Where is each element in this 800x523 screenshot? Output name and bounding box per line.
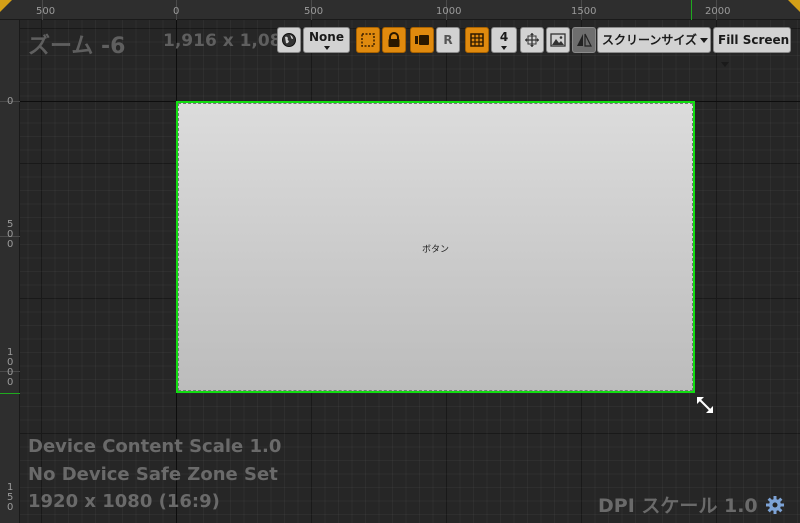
selection-guide-marker xyxy=(691,0,692,20)
screen-size-dropdown[interactable]: スクリーンサイズ xyxy=(597,27,711,53)
ruler-label: 500 xyxy=(304,6,324,17)
screen-size-label: スクリーンサイズ xyxy=(602,33,698,47)
ruler-vertical[interactable]: 0 500 1000 150 xyxy=(0,20,20,523)
ruler-label: 1000 xyxy=(436,6,462,17)
ruler-label: 0 xyxy=(173,6,180,17)
dpi-scale-label: DPI スケール 1.0 xyxy=(598,495,758,517)
selection-guide-marker xyxy=(0,393,20,394)
background-mode-value: None xyxy=(309,30,344,44)
ruler-label: 1000 xyxy=(7,347,14,388)
chevron-down-icon xyxy=(721,62,729,67)
grid-snap-value-dropdown[interactable]: 4 xyxy=(491,27,517,53)
respect-locks-button[interactable] xyxy=(410,27,434,53)
chevron-down-icon xyxy=(501,46,507,50)
viewport-resolution: 1,916 x 1,089 xyxy=(163,31,294,51)
lock-icon xyxy=(388,32,400,47)
background-image-button[interactable] xyxy=(546,27,570,53)
grid-snap-toggle[interactable] xyxy=(465,27,489,53)
chevron-down-icon xyxy=(700,38,709,43)
ruler-label: 0 xyxy=(7,96,14,107)
design-resolution: 1920 x 1080 (16:9) xyxy=(28,491,220,512)
ruler-label: 500 xyxy=(7,219,14,250)
background-mode-dropdown[interactable]: None xyxy=(303,27,350,53)
ruler-corner-marker-right xyxy=(788,0,800,12)
ruler-label: 2000 xyxy=(705,6,731,17)
selected-button-widget[interactable]: ボタン xyxy=(176,101,695,393)
image-icon xyxy=(550,33,566,47)
lock-toggle-button[interactable] xyxy=(382,27,406,53)
reset-r-button[interactable]: R xyxy=(436,27,460,53)
grid-snap-value: 4 xyxy=(499,30,509,44)
chevron-down-icon xyxy=(323,46,330,50)
toggle-outline-button[interactable] xyxy=(356,27,380,53)
zoom-level-label: ズーム -6 xyxy=(28,34,126,59)
gear-icon[interactable] xyxy=(765,495,785,515)
symmetry-toggle-button[interactable] xyxy=(572,27,596,53)
ruler-label: 1500 xyxy=(571,6,597,17)
fit-size-button[interactable] xyxy=(520,27,544,53)
localization-preview-button[interactable] xyxy=(277,27,301,53)
ruler-label: 500 xyxy=(36,6,56,17)
layers-icon xyxy=(415,35,429,45)
ruler-corner-marker xyxy=(0,0,12,12)
flip-icon xyxy=(577,33,592,47)
fill-mode-value: Fill Screen xyxy=(718,33,790,47)
ruler-label: 150 xyxy=(7,482,14,513)
reset-r-label: R xyxy=(443,33,453,47)
safe-zone-status: No Device Safe Zone Set xyxy=(28,464,278,485)
fill-mode-dropdown[interactable]: Fill Screen xyxy=(713,27,791,67)
resize-handle-icon[interactable] xyxy=(695,395,715,415)
globe-icon xyxy=(282,33,296,47)
button-text: ボタン xyxy=(421,245,449,255)
resize-arrows-icon xyxy=(525,33,539,47)
dashed-square-icon xyxy=(361,33,375,47)
device-content-scale: Device Content Scale 1.0 xyxy=(28,436,282,457)
ruler-horizontal[interactable]: 500 0 500 1000 1500 2000 xyxy=(0,0,800,20)
grid-icon xyxy=(470,33,484,47)
